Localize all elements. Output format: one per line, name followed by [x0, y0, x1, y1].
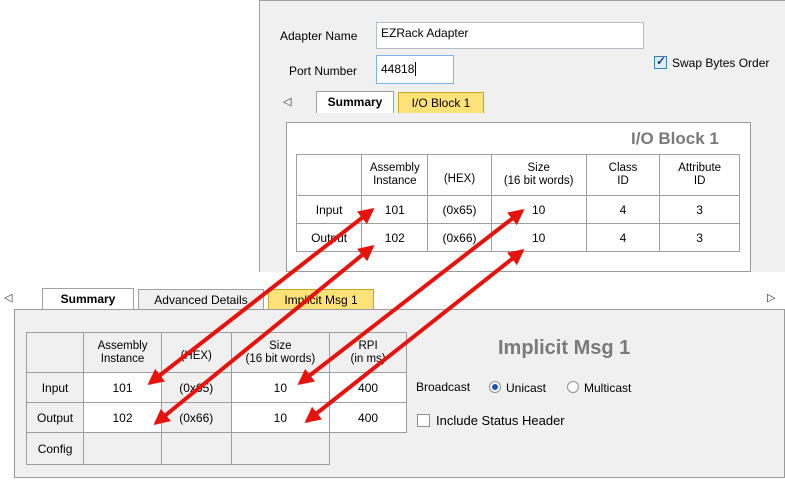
implicit-msg-title: Implicit Msg 1: [498, 337, 631, 359]
swap-bytes-label: Swap Bytes Order: [672, 56, 770, 70]
adapter-name-value: EZRack Adapter: [381, 26, 469, 40]
io-input-attribute[interactable]: 3: [659, 195, 740, 224]
bottom-tab-scroll-left-icon[interactable]: ◁: [4, 291, 12, 304]
tab-implicit-msg-1[interactable]: Implicit Msg 1: [268, 289, 374, 310]
implicit-row-label: Output: [25, 402, 85, 433]
implicit-msg-table: Assembly Instance (HEX) Size (16 bit words…: [25, 332, 407, 465]
include-status-header-checkbox[interactable]: [417, 414, 430, 427]
implicit-config-rpi: [329, 432, 407, 465]
port-number-label: Port Number: [289, 64, 358, 78]
io-header-assembly: Assembly Instance: [361, 154, 429, 196]
broadcast-label: Broadcast: [416, 380, 471, 394]
include-status-header-label: Include Status Header: [436, 413, 565, 428]
table-row: Input 101 (0x65) 10 400: [25, 372, 407, 403]
implicit-row-label: Input: [25, 372, 85, 403]
io-header-size: Size (16 bit words): [490, 154, 587, 196]
implicit-row-label: Config: [25, 432, 85, 465]
implicit-config-size: [230, 432, 331, 465]
bottom-tab-scroll-right-icon[interactable]: ▷: [767, 291, 775, 304]
implicit-header-hex: (HEX): [160, 332, 232, 373]
io-row-label: Output: [295, 223, 363, 252]
implicit-header-size: Size (16 bit words): [230, 332, 331, 373]
io-output-instance[interactable]: 102: [361, 223, 429, 252]
tab-summary-bottom[interactable]: Summary: [42, 288, 134, 310]
multicast-radio[interactable]: [567, 381, 579, 393]
io-output-size[interactable]: 10: [490, 223, 587, 252]
io-input-hex: (0x65): [427, 195, 492, 224]
tab-summary-top[interactable]: Summary: [316, 91, 394, 113]
io-input-instance[interactable]: 101: [361, 195, 429, 224]
io-output-attribute[interactable]: 3: [659, 223, 740, 252]
io-output-class[interactable]: 4: [585, 223, 661, 252]
io-block-table: Assembly Instance (HEX) Size (16 bit words…: [295, 154, 740, 252]
table-row: Output 102 (0x66) 10 4 3: [295, 223, 740, 252]
implicit-input-hex: (0x65): [160, 372, 232, 403]
io-header-hex: (HEX): [427, 154, 492, 196]
implicit-config-instance: [83, 432, 162, 465]
implicit-input-rpi[interactable]: 400: [329, 372, 407, 403]
adapter-name-field[interactable]: EZRack Adapter: [376, 22, 644, 49]
io-header-attribute: Attribute ID: [659, 154, 740, 196]
adapter-name-label: Adapter Name: [280, 29, 358, 43]
implicit-input-instance[interactable]: 101: [83, 372, 162, 403]
io-row-label: Input: [295, 195, 363, 224]
unicast-radio[interactable]: [489, 381, 501, 393]
io-block-title: I/O Block 1: [631, 129, 719, 148]
io-corner-cell: [295, 154, 363, 196]
tab-advanced-details[interactable]: Advanced Details: [138, 289, 264, 310]
implicit-corner-cell: [25, 332, 85, 373]
io-input-class[interactable]: 4: [585, 195, 661, 224]
implicit-output-rpi[interactable]: 400: [329, 402, 407, 433]
unicast-label: Unicast: [506, 381, 547, 395]
implicit-config-hex: [160, 432, 232, 465]
io-output-hex: (0x66): [427, 223, 492, 252]
multicast-label: Multicast: [584, 381, 632, 395]
io-header-class: Class ID: [585, 154, 661, 196]
implicit-output-hex: (0x66): [160, 402, 232, 433]
table-row: Config: [25, 432, 407, 465]
implicit-output-instance[interactable]: 102: [83, 402, 162, 433]
swap-bytes-checkbox[interactable]: [654, 54, 667, 69]
implicit-header-assembly: Assembly Instance: [83, 332, 162, 373]
implicit-input-size[interactable]: 10: [230, 372, 331, 403]
table-row: Input 101 (0x65) 10 4 3: [295, 195, 740, 224]
implicit-header-rpi: RPI (in ms): [329, 332, 407, 373]
io-input-size[interactable]: 10: [490, 195, 587, 224]
port-number-value: 44818: [381, 62, 415, 76]
port-number-field[interactable]: 44818: [376, 55, 454, 84]
table-row: Output 102 (0x66) 10 400: [25, 402, 407, 433]
implicit-output-size[interactable]: 10: [230, 402, 331, 433]
top-tab-scroll-left-icon[interactable]: ◁: [283, 95, 291, 108]
tab-io-block-1[interactable]: I/O Block 1: [398, 92, 484, 113]
